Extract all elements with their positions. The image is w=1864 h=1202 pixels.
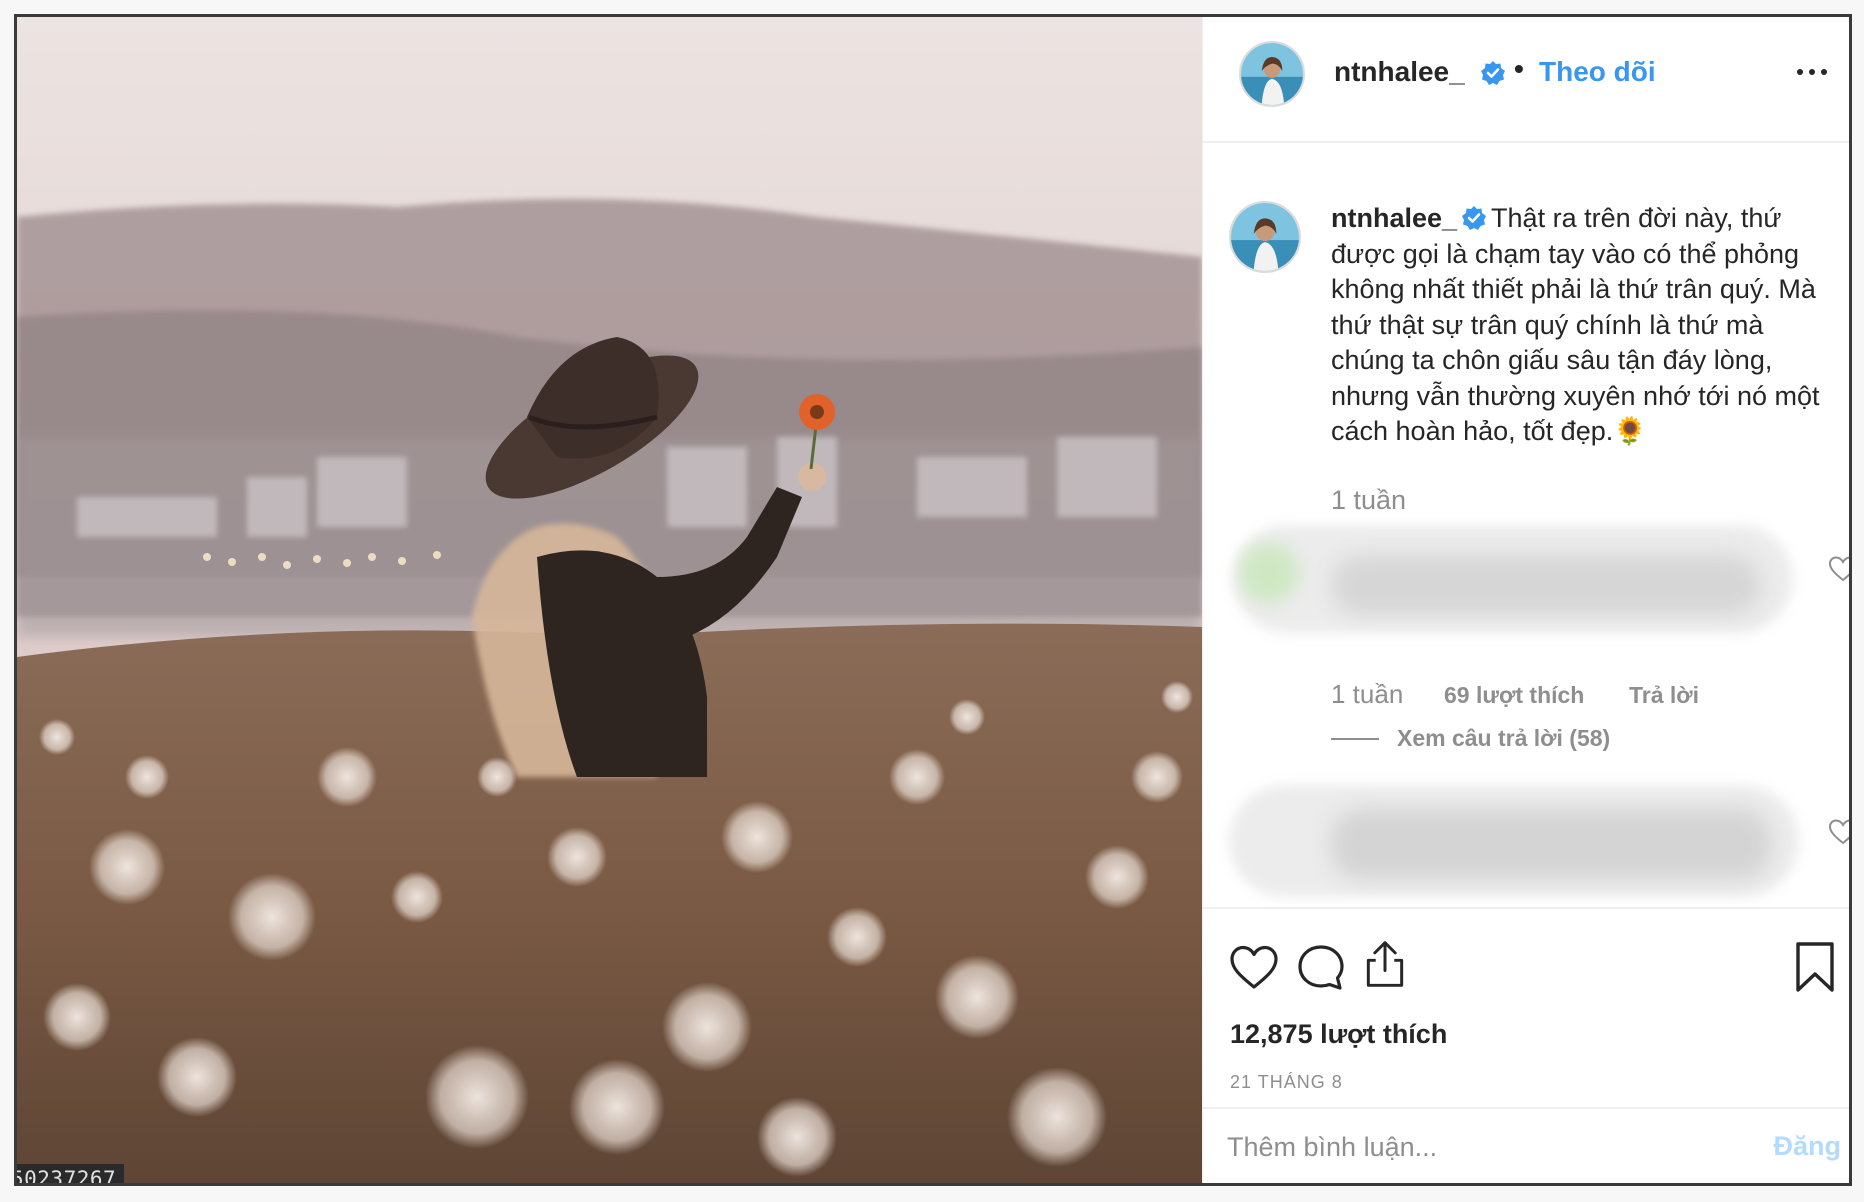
bookmark-icon[interactable] <box>1793 941 1837 993</box>
blurred-comment-text <box>1331 555 1761 615</box>
comment-likes-count[interactable]: 69 lượt thích <box>1444 682 1584 709</box>
reply-button[interactable]: Trả lời <box>1629 682 1699 709</box>
post-header: ntnhalee_ • Theo dõi <box>1203 17 1849 143</box>
avatar-image <box>1241 43 1303 105</box>
caption-username[interactable]: ntnhalee_ <box>1331 203 1457 233</box>
post-caption: ntnhalee_ Thật ra trên đời này, thứ được … <box>1331 201 1843 450</box>
heart-icon[interactable] <box>1229 943 1279 993</box>
view-replies-label: Xem câu trả lời (58) <box>1397 725 1611 751</box>
author-username[interactable]: ntnhalee_ <box>1334 56 1465 88</box>
blurred-comment-text <box>1331 809 1771 879</box>
verified-badge-icon <box>1462 206 1487 230</box>
caption-timestamp[interactable]: 1 tuần <box>1331 485 1406 516</box>
add-comment-bar: Đăng <box>1203 1107 1849 1183</box>
post-date[interactable]: 21 THÁNG 8 <box>1230 1072 1343 1093</box>
avatar-image <box>1231 203 1299 271</box>
author-avatar[interactable] <box>1239 41 1305 107</box>
post-dialog: 50237267 ntnhalee_ • Theo dõi ntnhalee_ … <box>14 14 1852 1186</box>
photo-illustration <box>17 17 1202 1183</box>
share-icon[interactable] <box>1360 939 1410 989</box>
comment-bubble-icon[interactable] <box>1296 943 1346 993</box>
header-separator: • <box>1514 53 1524 84</box>
likes-count[interactable]: 12,875 lượt thích <box>1230 1019 1447 1050</box>
blurred-commenter-avatar <box>1239 543 1299 603</box>
view-replies-button[interactable]: Xem câu trả lời (58) <box>1331 725 1610 752</box>
comment-like-heart-icon[interactable] <box>1828 818 1849 846</box>
comment-like-heart-icon[interactable] <box>1828 555 1849 583</box>
follow-button[interactable]: Theo dõi <box>1539 56 1656 88</box>
verified-badge-icon <box>1481 61 1505 85</box>
post-comment-button[interactable]: Đăng <box>1774 1131 1842 1162</box>
post-photo[interactable]: 50237267 <box>17 17 1202 1183</box>
caption-text: Thật ra trên đời này, thứ được gọi là ch… <box>1331 203 1820 446</box>
post-actions: 12,875 lượt thích 21 THÁNG 8 <box>1203 907 1849 1117</box>
comments-section[interactable]: ntnhalee_ Thật ra trên đời này, thứ được … <box>1203 145 1849 907</box>
image-id-label: 50237267 <box>17 1164 125 1183</box>
post-side-panel: ntnhalee_ • Theo dõi ntnhalee_ Thật ra t… <box>1202 17 1849 1183</box>
comment-timestamp[interactable]: 1 tuần <box>1331 679 1403 710</box>
replies-divider-line <box>1331 738 1379 740</box>
caption-avatar[interactable] <box>1229 201 1301 273</box>
more-options-icon[interactable] <box>1795 63 1829 81</box>
comment-input[interactable] <box>1227 1121 1727 1173</box>
